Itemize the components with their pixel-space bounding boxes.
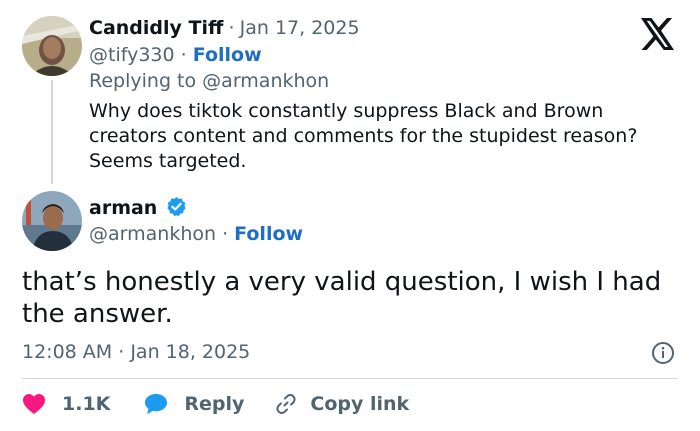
main-author-row: arman [89, 196, 187, 219]
reply-button[interactable]: Reply [144, 393, 244, 415]
reply-label: Reply [184, 393, 245, 415]
reply-author-avatar[interactable] [22, 16, 82, 76]
replying-to-prefix: Replying to [89, 70, 197, 92]
reply-handle[interactable]: @tify330 [89, 44, 175, 66]
main-tweet-timestamp[interactable]: 12:08 AM · Jan 18, 2025 [22, 341, 250, 363]
main-tweet-date: Jan 18, 2025 [130, 341, 251, 363]
reply-tweet-text: Why does tiktok constantly suppress Blac… [89, 100, 638, 172]
tweet-actions: 1.1K Reply Copy link [22, 390, 409, 418]
reply-handle-row: @tify330 · Follow [89, 44, 262, 66]
like-count: 1.1K [62, 393, 111, 415]
follow-separator: · [180, 44, 187, 66]
reply-follow-button[interactable]: Follow [193, 44, 262, 66]
like-button[interactable]: 1.1K [22, 393, 110, 415]
main-follow-button[interactable]: Follow [234, 223, 303, 245]
time-separator: · [118, 341, 125, 363]
info-icon[interactable] [651, 341, 675, 365]
reply-author-row: Candidly Tiff · Jan 17, 2025 [89, 17, 360, 39]
thread-connector-line [51, 80, 53, 184]
replying-to-handle[interactable]: @armankhon [202, 70, 329, 92]
date-separator: · [228, 17, 235, 39]
replying-to-row: Replying to @armankhon [89, 70, 329, 92]
main-tweet-text: that’s honestly a very valid question, I… [22, 267, 662, 329]
x-logo-icon[interactable] [640, 18, 676, 50]
main-tweet-time: 12:08 AM [22, 341, 113, 363]
main-author-name[interactable]: arman [89, 197, 157, 219]
reply-date[interactable]: Jan 17, 2025 [240, 17, 360, 39]
main-handle[interactable]: @armankhon [89, 223, 216, 245]
copy-link-label: Copy link [310, 393, 410, 415]
verified-badge-icon [166, 196, 187, 217]
heart-icon [22, 393, 46, 415]
speech-bubble-icon [144, 393, 168, 415]
actions-divider [22, 378, 678, 379]
link-icon [274, 392, 298, 416]
copy-link-button[interactable]: Copy link [274, 392, 409, 416]
main-handle-row: @armankhon · Follow [89, 223, 303, 245]
reply-author-name[interactable]: Candidly Tiff [89, 17, 223, 39]
follow-separator: · [222, 223, 229, 245]
main-author-avatar[interactable] [22, 191, 82, 251]
